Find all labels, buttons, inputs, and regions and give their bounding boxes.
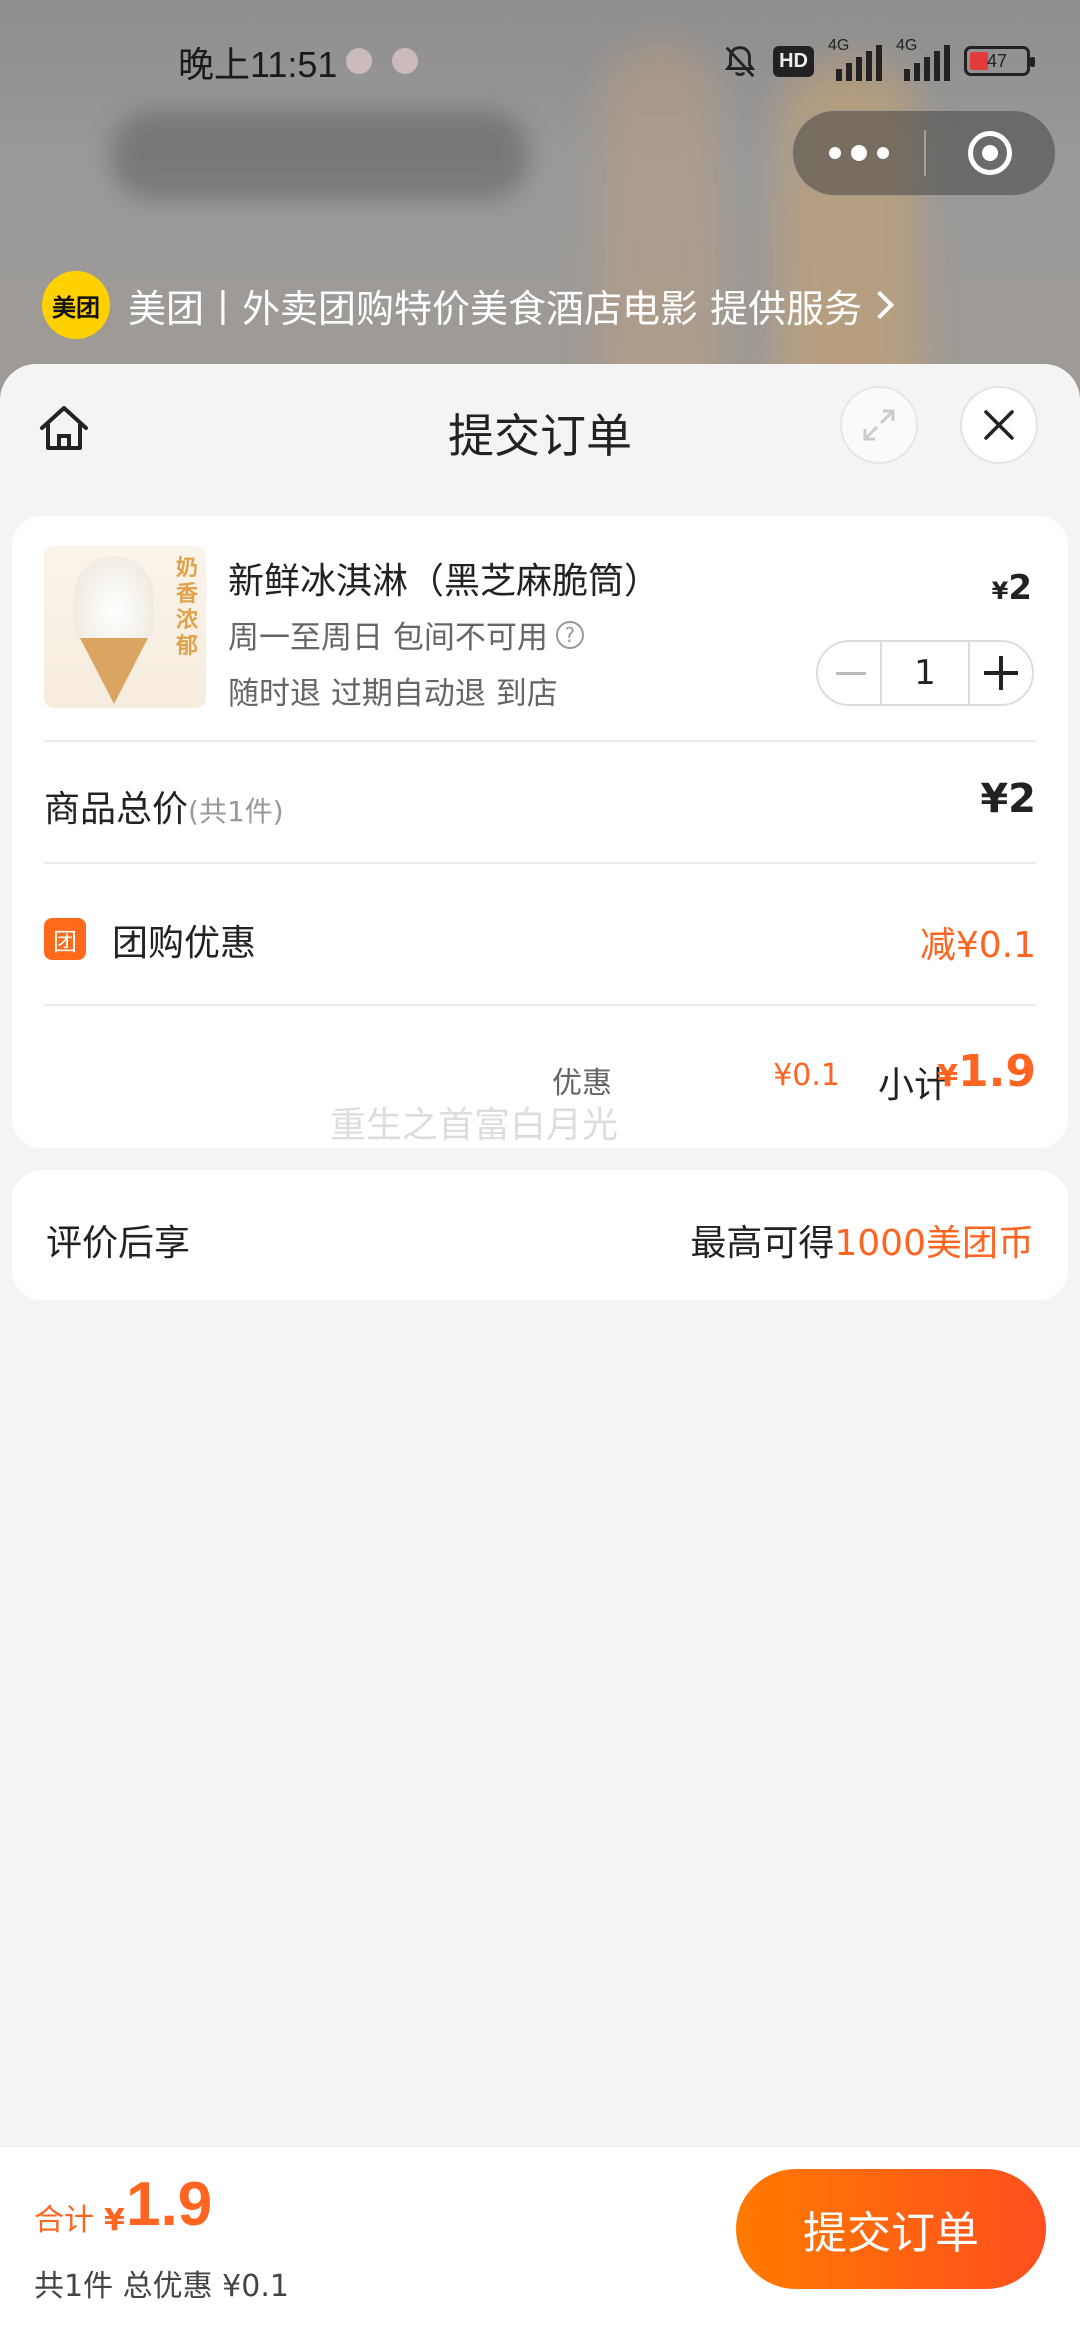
more-menu-button[interactable]	[793, 110, 924, 196]
hd-badge: HD	[773, 45, 814, 77]
review-reward: 最高可得1000美团币	[690, 1223, 1034, 1264]
watermark: 重生之首富白月光	[330, 1105, 619, 1146]
notification-icon	[346, 48, 372, 74]
background-shape	[110, 110, 530, 200]
signal-icon: 4G	[828, 37, 882, 81]
meituan-logo: 美团	[42, 271, 110, 339]
battery-icon: 47	[964, 46, 1035, 76]
group-buy-discount-value: 减¥0.1	[919, 925, 1036, 966]
help-icon[interactable]: ?	[555, 620, 584, 649]
checkout-bar: 合计 ¥ 1.9 共1件 总优惠 ¥0.1 提交订单	[0, 2146, 1080, 2340]
quantity-stepper: 1	[816, 640, 1034, 706]
order-sheet: 提交订单 奶香浓郁 新鲜冰淇淋（黑芝麻脆筒） ¥2 周一至周日 包间不可用 ? …	[0, 364, 1080, 2340]
provider-text: 美团丨外卖团购特价美食酒店电影 提供服务	[128, 286, 863, 331]
group-buy-badge: 团	[44, 918, 86, 960]
goods-total-label: 商品总价(共1件)	[44, 789, 284, 830]
review-reward-card: 评价后享 最高可得1000美团币	[12, 1170, 1068, 1300]
review-label: 评价后享	[46, 1223, 191, 1264]
decrease-button[interactable]	[818, 642, 880, 704]
divider	[44, 862, 1036, 864]
total-label: 合计	[34, 2203, 94, 2238]
group-buy-discount-label: 团购优惠	[112, 923, 257, 964]
status-time: 晚上11:51	[178, 44, 338, 85]
divider	[44, 740, 1036, 742]
subtotal-discount-value: ¥0.1	[773, 1058, 840, 1093]
close-miniprogram-button[interactable]	[926, 110, 1055, 196]
order-card: 奶香浓郁 新鲜冰淇淋（黑芝麻脆筒） ¥2 周一至周日 包间不可用 ? 随时退 过…	[12, 516, 1068, 1148]
product-image: 奶香浓郁	[44, 546, 206, 708]
product-price: ¥2	[991, 568, 1032, 608]
target-icon	[968, 131, 1013, 175]
goods-total-value: ¥2	[980, 776, 1036, 822]
status-bar: 晚上11:51 HD 4G 4G 47	[0, 0, 1080, 120]
quantity-value[interactable]: 1	[880, 642, 970, 704]
product-name: 新鲜冰淇淋（黑芝麻脆筒）	[228, 561, 661, 602]
product-availability: 周一至周日 包间不可用 ?	[228, 612, 584, 657]
product-policy: 随时退 过期自动退 到店	[228, 676, 558, 712]
close-icon	[984, 410, 1014, 440]
expand-button[interactable]	[840, 386, 918, 464]
miniprogram-capsule	[792, 110, 1056, 196]
divider	[44, 1004, 1036, 1006]
chevron-right-icon	[865, 290, 895, 320]
increase-button[interactable]	[970, 642, 1032, 704]
notification-icon	[392, 48, 418, 74]
total-value: 1.9	[126, 2170, 213, 2239]
signal-icon: 4G	[896, 37, 950, 81]
total-summary: 共1件 总优惠 ¥0.1	[34, 2269, 289, 2304]
mute-bell-icon	[724, 46, 756, 78]
expand-icon	[863, 409, 895, 441]
submit-order-button[interactable]: 提交订单	[736, 2169, 1046, 2289]
total-currency: ¥	[104, 2203, 125, 2238]
page-title: 提交订单	[448, 409, 632, 463]
sheet-header: 提交订单	[0, 364, 1080, 494]
close-button[interactable]	[960, 386, 1038, 464]
subtotal-value: ¥1.9	[937, 1046, 1036, 1097]
service-provider-link[interactable]: 美团 美团丨外卖团购特价美食酒店电影 提供服务	[42, 270, 895, 340]
